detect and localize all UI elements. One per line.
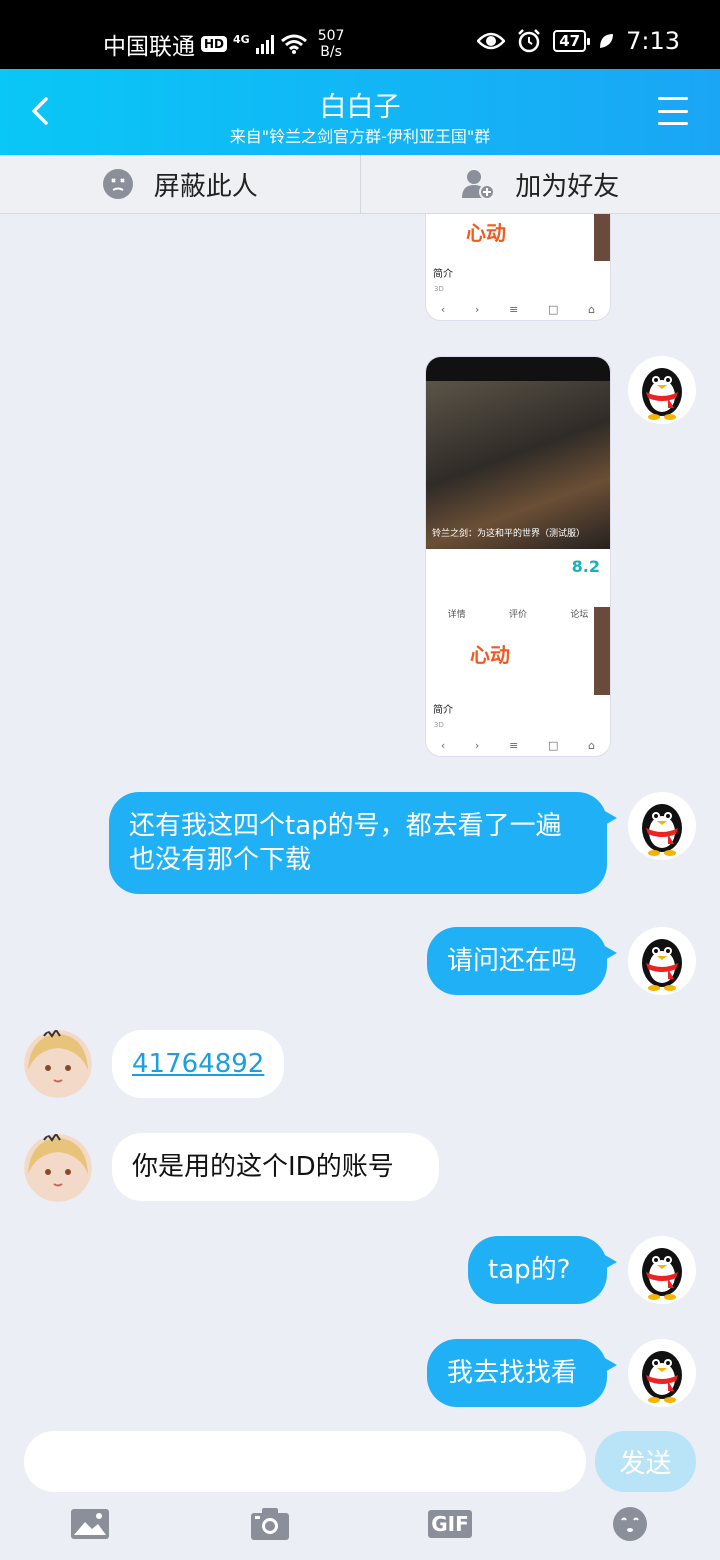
message-bubble-received[interactable]: 你是用的这个ID的账号 [112,1133,439,1201]
image-side-art [594,214,610,261]
chat-header: 白白子 来自"铃兰之剑官方群-伊利亚王国"群 [0,69,720,155]
action-bar: 屏蔽此人 加为好友 [0,155,720,214]
message-bubble-received[interactable]: 41764892 [112,1030,284,1098]
penguin-avatar-icon [628,356,696,424]
image-tab-forum: 论坛 [570,610,589,620]
image-intro-label: 简介 [433,705,453,716]
chat-subtitle: 来自"铃兰之剑官方群-伊利亚王国"群 [229,127,491,146]
image-side-art [594,607,610,695]
clock: 7:13 [626,27,680,55]
message-list[interactable]: 心动 简介 3D ‹ › ≡ □ ⌂ 铃兰之剑：为这和平的世界（测试服） 8.2 详情 … [0,214,720,1414]
anime-avatar-icon [24,1134,92,1202]
add-friend-icon [462,170,496,200]
emoji-button[interactable] [610,1504,650,1544]
image-nav-row: ‹ › ≡ □ ⌂ [440,739,596,752]
message-bubble-sent[interactable]: tap的? [468,1236,617,1304]
qq-number-link[interactable]: 41764892 [132,1049,264,1079]
block-user-label: 屏蔽此人 [153,171,258,202]
logo-text: 心动 [470,643,510,667]
emoji-icon [613,1507,647,1541]
image-game-banner: 铃兰之剑：为这和平的世界（测试服） [426,381,610,549]
penguin-avatar-icon [628,927,696,995]
anime-avatar-icon [24,1030,92,1098]
send-button[interactable]: 发送 [595,1431,696,1492]
menu-icon [658,97,688,100]
add-friend-label: 加为好友 [515,171,620,202]
image-tab-review: 评价 [508,610,527,620]
image-tag: 3D [434,721,444,729]
penguin-avatar-icon [628,1339,696,1407]
eye-icon [477,32,506,50]
camera-icon [251,1508,289,1540]
speed-unit: B/s [320,44,342,60]
message-bubble-sent[interactable]: 还有我这四个tap的号，都去看了一遍也没有那个下载 [109,792,617,894]
my-avatar[interactable] [628,792,696,860]
penguin-avatar-icon [628,1236,696,1304]
chat-title: 白白子 [319,92,401,123]
message-input[interactable] [24,1431,586,1492]
composer: 发送 GIF [0,1414,720,1560]
leaf-icon [600,34,614,48]
image-tabs: 详情 评价 论坛 [426,607,610,620]
signal-icon [255,34,274,54]
gif-icon: GIF [428,1510,472,1538]
network-speed: 507 B/s [318,28,345,60]
contact-avatar[interactable] [24,1134,92,1202]
image-game-title: 铃兰之剑：为这和平的世界（测试服） [432,529,586,539]
shared-image-message[interactable]: 铃兰之剑：为这和平的世界（测试服） 8.2 详情 评价 论坛 心动 简介 3D … [425,356,611,757]
menu-button[interactable] [658,97,688,125]
gif-label: GIF [431,1512,469,1536]
image-rating: 8.2 [571,557,600,576]
logo-text: 心动 [466,221,506,245]
battery-indicator: 47 [553,30,590,52]
gif-button[interactable]: GIF [428,1504,472,1544]
carrier-name: 中国联通 [103,34,195,60]
speed-value: 507 [317,28,345,44]
network-type: 4G [233,32,250,46]
block-icon [102,169,133,199]
status-bar: 中国联通 HD 4G 507 B/s 47 7:13 [0,0,720,69]
image-intro-label: 简介 [433,269,453,280]
status-right: 47 7:13 [477,27,680,55]
image-nav-row: ‹ › ≡ □ ⌂ [440,303,596,316]
my-avatar[interactable] [628,1236,696,1304]
camera-button[interactable] [250,1504,290,1544]
message-bubble-sent[interactable]: 我去找找看 [427,1339,617,1407]
contact-avatar[interactable] [24,1030,92,1098]
my-avatar[interactable] [628,1339,696,1407]
image-tag: 3D [434,285,444,293]
shared-image-message[interactable]: 心动 简介 3D ‹ › ≡ □ ⌂ [425,214,611,321]
message-bubble-sent[interactable]: 请问还在吗 [427,927,617,995]
my-avatar[interactable] [628,356,696,424]
add-friend-button[interactable]: 加为好友 [359,155,720,213]
block-user-button[interactable]: 屏蔽此人 [0,155,360,213]
hd-badge: HD [201,36,228,52]
image-tab-detail: 详情 [447,610,466,620]
gallery-button[interactable] [70,1504,110,1544]
alarm-icon [518,29,541,53]
penguin-avatar-icon [628,792,696,860]
wifi-icon [280,34,307,54]
my-avatar[interactable] [628,927,696,995]
status-left: 中国联通 HD 4G 507 B/s [103,27,344,61]
image-icon [71,1509,109,1539]
